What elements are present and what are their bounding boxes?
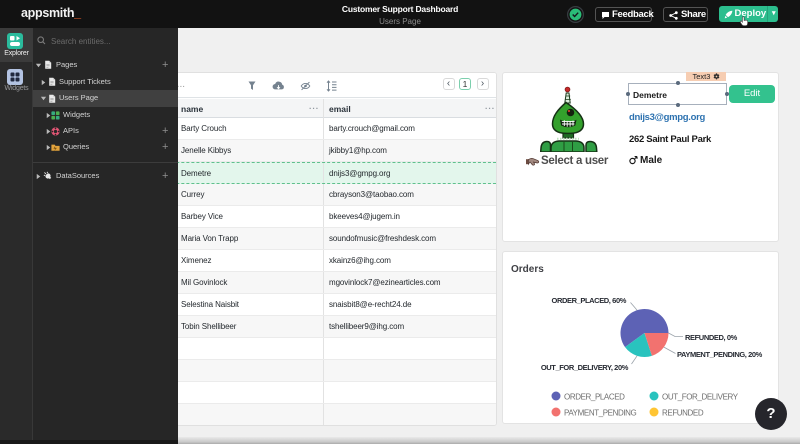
svg-text:OUT_FOR_DELIVERY: OUT_FOR_DELIVERY	[662, 393, 739, 402]
svg-text:PAYMENT_PENDING: PAYMENT_PENDING	[564, 409, 637, 418]
svg-text:REFUNDED, 0%: REFUNDED, 0%	[685, 333, 738, 342]
svg-text:ORDER_PLACED, 60%: ORDER_PLACED, 60%	[552, 296, 627, 305]
svg-text:OUT_FOR_DELIVERY, 20%: OUT_FOR_DELIVERY, 20%	[541, 363, 629, 372]
svg-text:ORDER_PLACED: ORDER_PLACED	[564, 393, 625, 402]
svg-text:REFUNDED: REFUNDED	[662, 409, 704, 418]
svg-text:PAYMENT_PENDING, 20%: PAYMENT_PENDING, 20%	[677, 350, 763, 359]
